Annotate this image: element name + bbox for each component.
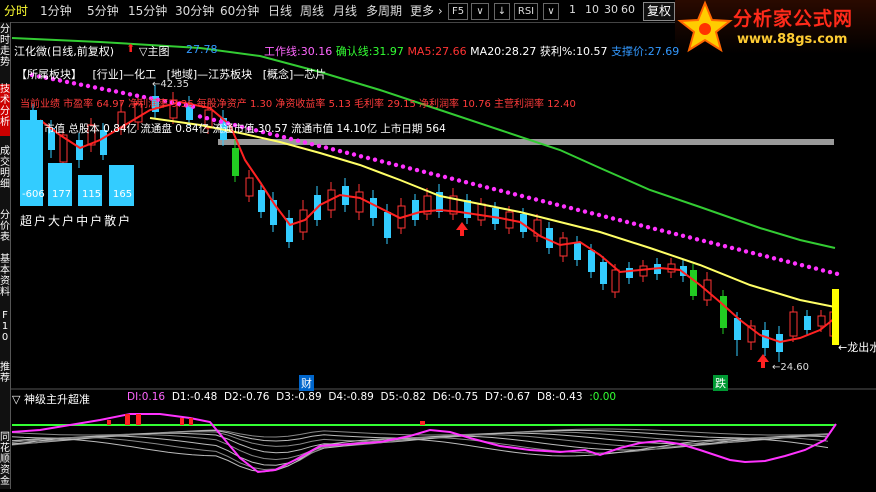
buy-arrow-icon <box>456 222 468 236</box>
sub-gray-lines <box>11 428 829 473</box>
sector-header: 【所属板块】 <box>16 68 82 81</box>
signal-bar <box>832 289 839 345</box>
ma5-line <box>39 100 836 344</box>
price-high-label: ←42.35 <box>152 79 190 90</box>
finance-info: 当前业绩 市盈率 64.97 净利润率 9.36 每股净资产 1.30 净资收益… <box>20 99 576 110</box>
header-value: 27.78 <box>186 43 218 56</box>
sector-industry: [行业]—化工 <box>92 68 157 81</box>
flow-labels: 超户大户中户散户 <box>20 214 133 228</box>
ind-label-confirm: 确认线: <box>335 45 373 58</box>
ind-label-support: 支撑价: <box>611 45 648 58</box>
ind-label-profit: 获利%: <box>539 45 577 58</box>
sub-indicator-title[interactable]: ▽ 神级主升超准 <box>12 391 90 407</box>
dragon-out-label: ←龙出水 <box>838 341 876 354</box>
arrow-up-icon: ⬆ <box>126 42 136 55</box>
indicator-legend: 工作线:30.16 确认线:31.97 MA5:27.66 MA20:28.27… <box>264 43 679 59</box>
ind-value-ma5: 27.66 <box>435 45 467 58</box>
sector-concept: [概念]—芯片 <box>262 68 327 81</box>
ind-label-work: 工作线: <box>264 45 301 58</box>
red-signal-bars <box>107 414 425 425</box>
ind-value-ma20: 28.27 <box>504 45 537 58</box>
ind-value-support: 27.69 <box>647 45 680 58</box>
flow-value-super: -606 <box>22 189 45 200</box>
price-low-label: ←24.60 <box>772 362 810 373</box>
main-chart-toggle[interactable]: ▽主图 <box>139 43 169 59</box>
ind-label-ma20: MA20: <box>470 45 505 58</box>
marker-cai: 财 <box>299 375 314 391</box>
ind-value-confirm: 31.97 <box>372 45 404 58</box>
flow-value-small: 165 <box>113 189 133 200</box>
marker-die: 跌 <box>713 375 728 391</box>
ind-value-work: 30.16 <box>300 45 333 58</box>
sub-params: DI:0.16 D1:-0.48 D2:-0.76 D3:-0.89 D4:-0… <box>127 391 617 403</box>
flow-value-mid: 115 <box>82 189 102 200</box>
ind-label-ma5: MA5: <box>407 45 436 58</box>
market-info: 市值 总股本 0.84亿 流通盘 0.84亿 流通市值 30.57 流通市值 1… <box>44 123 446 135</box>
flow-value-big: 177 <box>52 189 72 200</box>
stock-title: 江化微(日线,前复权) <box>14 45 115 58</box>
ind-value-profit: 10.57 <box>576 45 608 58</box>
buy-arrow-icon-2 <box>757 354 769 368</box>
